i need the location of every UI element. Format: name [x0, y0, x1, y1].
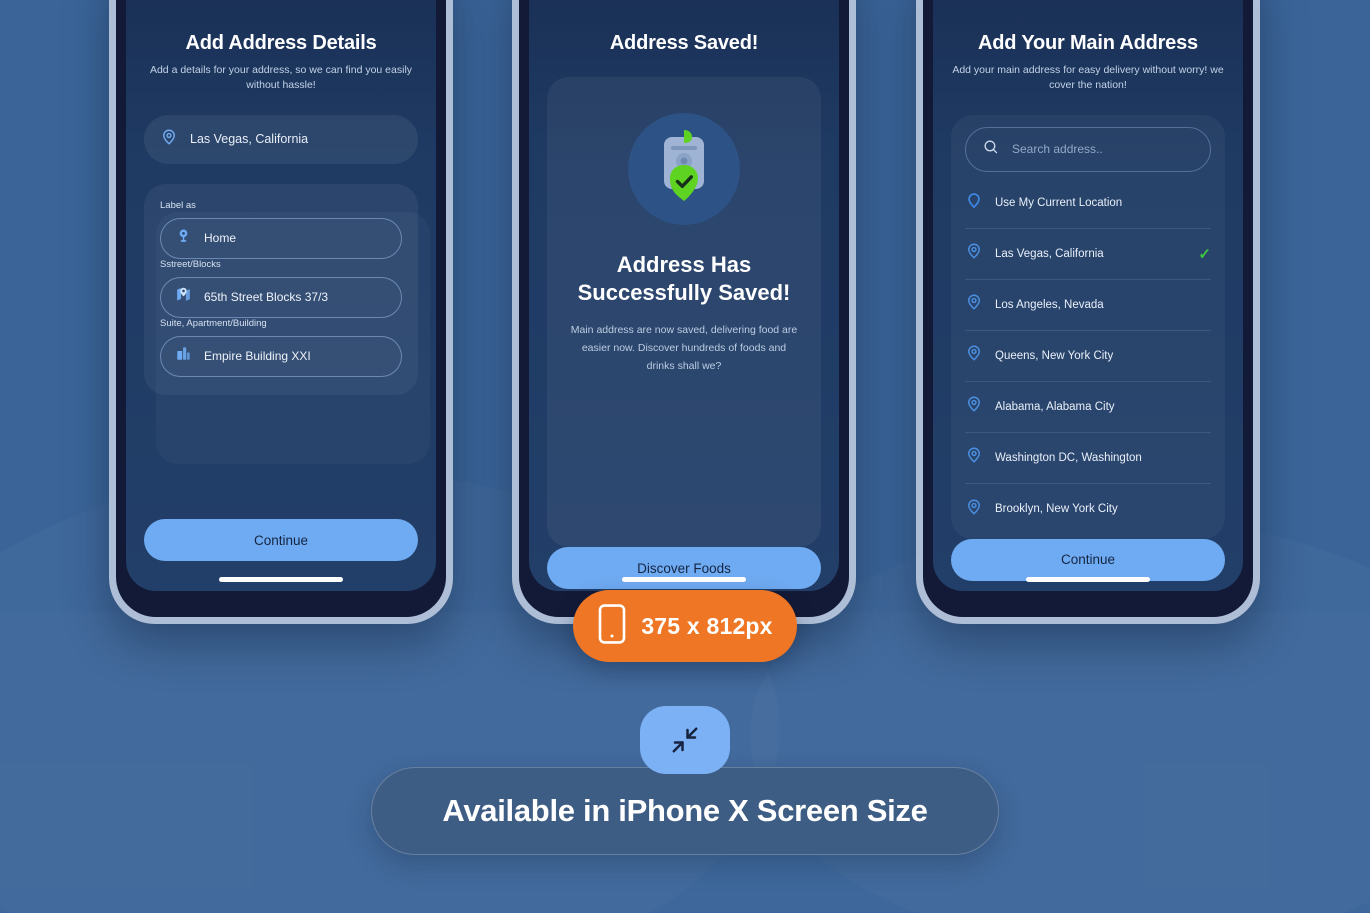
screen-size-badge: 375 x 812px [573, 590, 797, 662]
address-label: Brooklyn, New York City [995, 503, 1118, 516]
field-group-suite-building: Suite, Apartment/Building Empire Buildin… [160, 318, 402, 377]
address-label: Queens, New York City [995, 349, 1114, 362]
address-row-alabama[interactable]: Alabama, Alabama City [965, 382, 1211, 433]
map-pin-icon [965, 446, 983, 469]
address-label: Los Angeles, Nevada [995, 298, 1104, 311]
address-row-queens[interactable]: Queens, New York City [965, 331, 1211, 382]
screen3-body: Search address.. Use My Current Location [933, 93, 1243, 539]
map-pin-icon [965, 498, 983, 521]
screen-address-saved: Address Saved! Address Has Successfully … [529, 0, 839, 591]
screen1-body: Las Vegas, California Label as Home Sstr… [126, 93, 436, 519]
address-form-card: Label as Home Sstreet/Blocks 65th Street… [144, 183, 418, 395]
phone-bezel: Add Address Details Add a details for yo… [116, 0, 446, 617]
screen2-header: Address Saved! [529, 0, 839, 55]
success-heading-line1: Address Has [616, 252, 752, 277]
map-pin-folded-icon [175, 286, 192, 308]
success-card: Address Has Successfully Saved! Main add… [547, 77, 821, 547]
address-row-brooklyn[interactable]: Brooklyn, New York City [965, 484, 1211, 535]
location-marker-icon [175, 227, 192, 249]
address-row-los-angeles[interactable]: Los Angeles, Nevada [965, 280, 1211, 331]
map-pin-icon [160, 128, 178, 151]
phone-bezel: Address Saved! Address Has Successfully … [519, 0, 849, 617]
continue-button[interactable]: Continue [951, 538, 1225, 581]
home-indicator [219, 577, 343, 582]
address-row-current-location[interactable]: Use My Current Location [965, 178, 1211, 229]
screen-add-main-address: Add Your Main Address Add your main addr… [933, 0, 1243, 591]
address-row-las-vegas[interactable]: Las Vegas, California ✓ [965, 229, 1211, 280]
availability-banner: Available in iPhone X Screen Size [371, 767, 999, 855]
map-pin-icon [965, 293, 983, 316]
address-card-check-icon [628, 113, 740, 225]
screen-add-address-details: Add Address Details Add a details for yo… [126, 0, 436, 591]
search-icon [982, 138, 1000, 161]
street-blocks-field[interactable]: 65th Street Blocks 37/3 [160, 276, 402, 318]
search-input-placeholder: Search address.. [1012, 142, 1103, 157]
screen2-footer: Discover Foods [529, 547, 839, 591]
search-address-field[interactable]: Search address.. [965, 126, 1211, 172]
screen1-header: Add Address Details Add a details for yo… [126, 0, 436, 93]
field-label: Label as [160, 199, 196, 211]
address-label: Use My Current Location [995, 196, 1123, 209]
label-as-value: Home [204, 231, 237, 246]
page-subtitle: Add a details for your address, so we ca… [149, 64, 413, 91]
screen3-header: Add Your Main Address Add your main addr… [933, 0, 1243, 93]
field-label: Sstreet/Blocks [160, 258, 221, 270]
home-indicator [1026, 577, 1150, 582]
form-card-stack: Label as Home Sstreet/Blocks 65th Street… [144, 183, 418, 395]
suite-building-value: Empire Building XXI [204, 349, 311, 364]
address-label: Las Vegas, California [995, 247, 1104, 260]
address-list-card: Search address.. Use My Current Location [951, 114, 1225, 539]
home-indicator [622, 577, 746, 582]
phone-mockup-add-main-address: Add Your Main Address Add your main addr… [916, 0, 1260, 624]
screen2-body: Address Has Successfully Saved! Main add… [529, 55, 839, 547]
field-group-label-as: Label as Home [160, 200, 402, 259]
bottom-banner-group: Available in iPhone X Screen Size [0, 706, 1370, 855]
screen-size-label: 375 x 812px [641, 612, 773, 639]
map-pin-icon [965, 344, 983, 367]
map-pin-icon [965, 395, 983, 418]
current-location-icon [965, 191, 983, 214]
availability-banner-label: Available in iPhone X Screen Size [442, 793, 928, 828]
label-as-field[interactable]: Home [160, 217, 402, 259]
selected-check-icon: ✓ [1198, 245, 1211, 263]
field-group-street-blocks: Sstreet/Blocks 65th Street Blocks 37/3 [160, 259, 402, 318]
success-description: Main address are now saved, delivering f… [570, 324, 798, 373]
phone-mockup-add-address-details: Add Address Details Add a details for yo… [109, 0, 453, 624]
compress-arrows-icon[interactable] [640, 706, 730, 774]
continue-button[interactable]: Continue [144, 519, 418, 561]
street-blocks-value: 65th Street Blocks 37/3 [204, 290, 329, 305]
success-heading: Address Has Successfully Saved! [567, 251, 801, 307]
suite-building-field[interactable]: Empire Building XXI [160, 335, 402, 377]
selected-location-value: Las Vegas, California [190, 132, 309, 147]
mobile-phone-icon [597, 603, 627, 650]
map-pin-icon [965, 242, 983, 265]
selected-location-pill[interactable]: Las Vegas, California [144, 114, 418, 164]
address-label: Alabama, Alabama City [995, 400, 1115, 413]
page-title: Add Address Details [185, 32, 377, 54]
discover-foods-button[interactable]: Discover Foods [547, 547, 821, 589]
phone-mockup-address-saved: Address Saved! Address Has Successfully … [512, 0, 856, 624]
address-row-washington-dc[interactable]: Washington DC, Washington [965, 433, 1211, 484]
page-title: Add Your Main Address [978, 32, 1198, 54]
screen3-footer: Continue [933, 538, 1243, 591]
page-subtitle: Add your main address for easy delivery … [952, 64, 1224, 91]
success-heading-line2: Successfully Saved! [577, 280, 791, 306]
address-label: Washington DC, Washington [995, 451, 1142, 464]
building-icon [175, 345, 192, 367]
field-label: Suite, Apartment/Building [160, 317, 267, 329]
phone-bezel: Add Your Main Address Add your main addr… [923, 0, 1253, 617]
page-title: Address Saved! [609, 32, 759, 54]
